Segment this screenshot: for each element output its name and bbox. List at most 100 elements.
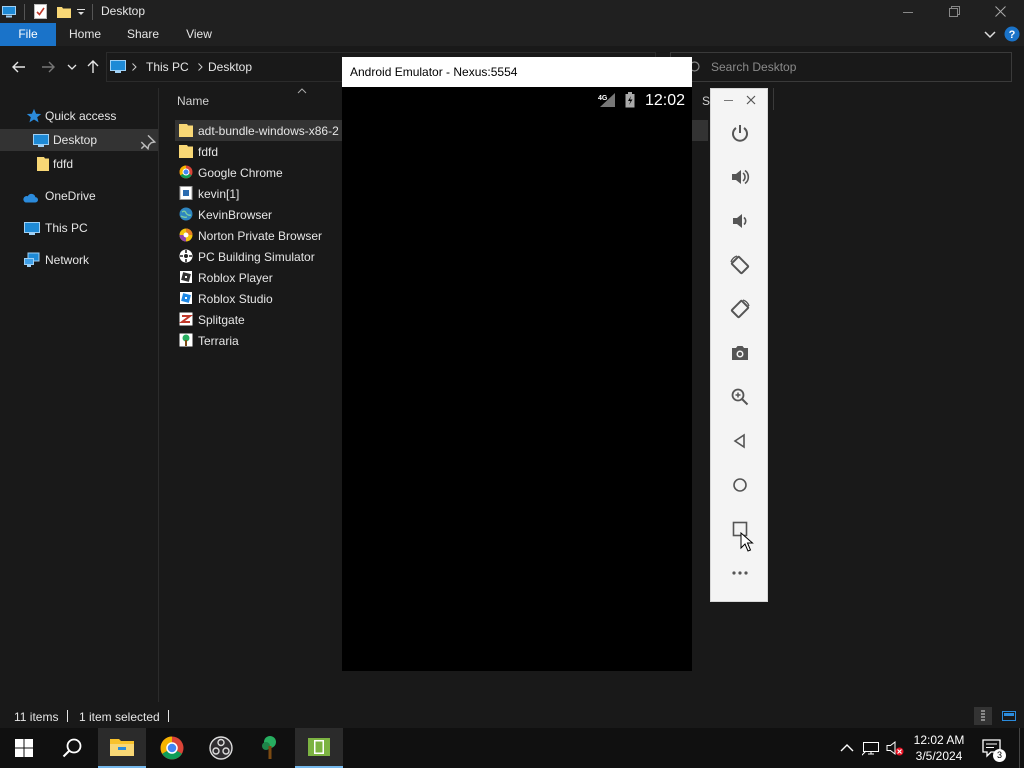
- properties-icon[interactable]: [34, 3, 47, 20]
- toolbar-minimize-button[interactable]: [724, 95, 734, 105]
- expand-ribbon-icon[interactable]: [984, 28, 996, 40]
- nav-item-onedrive[interactable]: OneDrive: [0, 185, 158, 207]
- clock-date: 3/5/2024: [915, 749, 963, 763]
- globe-icon: [179, 207, 193, 221]
- column-header-name[interactable]: Name: [177, 94, 209, 108]
- norton-icon: [179, 228, 193, 242]
- file-item[interactable]: Splitgate: [175, 309, 345, 330]
- item-count: 11 items: [14, 710, 59, 724]
- nav-item-quick-access[interactable]: Quick access: [0, 105, 158, 127]
- document-icon: [179, 186, 193, 200]
- file-item[interactable]: Roblox Player: [175, 267, 345, 288]
- volume-up-icon[interactable]: [728, 165, 752, 189]
- details-view-button[interactable]: [974, 707, 992, 725]
- restore-button[interactable]: [931, 0, 977, 23]
- file-item[interactable]: PC Building Simulator: [175, 246, 345, 267]
- tab-file[interactable]: File: [0, 23, 56, 46]
- divider: [92, 3, 93, 20]
- file-item[interactable]: kevin[1]: [175, 183, 345, 204]
- breadcrumb-this-pc[interactable]: This PC: [146, 60, 189, 74]
- mouse-cursor-icon: [740, 532, 754, 552]
- file-item[interactable]: Norton Private Browser: [175, 225, 345, 246]
- search-icon[interactable]: [48, 728, 96, 768]
- large-icons-view-button[interactable]: [1000, 707, 1018, 725]
- toolbar-close-button[interactable]: [746, 95, 756, 105]
- search-input[interactable]: [711, 59, 991, 75]
- network-icon[interactable]: [862, 740, 879, 756]
- up-button[interactable]: [84, 58, 102, 76]
- home-icon[interactable]: [728, 473, 752, 497]
- close-button[interactable]: [977, 0, 1023, 23]
- terraria-icon: [179, 333, 193, 347]
- folder-icon: [179, 124, 193, 137]
- battery-icon: [625, 92, 635, 108]
- file-item[interactable]: adt-bundle-windows-x86-2: [175, 120, 355, 141]
- volume-down-icon[interactable]: [728, 209, 752, 233]
- emulator-icon[interactable]: [295, 728, 343, 768]
- new-folder-icon[interactable]: [57, 3, 71, 20]
- taskbar-clock[interactable]: 12:02 AM 3/5/2024: [906, 732, 972, 764]
- nav-item-fdfd[interactable]: fdfd: [0, 153, 158, 175]
- splitgate-icon: [179, 312, 193, 326]
- desktop-icon: [33, 134, 49, 147]
- status-divider: [168, 710, 169, 722]
- recent-locations-button[interactable]: [63, 58, 81, 76]
- customize-arrow-icon[interactable]: [76, 3, 86, 20]
- clock-time: 12:02 AM: [913, 733, 965, 747]
- back-button[interactable]: [10, 58, 28, 76]
- pin-icon[interactable]: [140, 134, 156, 150]
- back-icon[interactable]: [728, 429, 752, 453]
- show-hidden-icons-icon[interactable]: [839, 740, 855, 756]
- file-explorer-icon[interactable]: [98, 728, 146, 768]
- pc-icon: [24, 222, 40, 235]
- rotate-left-icon[interactable]: [728, 253, 752, 277]
- rotate-right-icon[interactable]: [728, 297, 752, 321]
- minimize-button[interactable]: [885, 0, 931, 23]
- nav-item-desktop[interactable]: Desktop: [0, 129, 158, 151]
- chevron-right-icon: [132, 63, 137, 71]
- show-desktop-button[interactable]: [1019, 728, 1020, 768]
- tab-home[interactable]: Home: [58, 23, 112, 46]
- status-divider: [67, 710, 68, 722]
- emulator-title: Android Emulator - Nexus:5554: [342, 57, 692, 87]
- help-icon[interactable]: ?: [1004, 26, 1020, 42]
- file-item[interactable]: Google Chrome: [175, 162, 345, 183]
- window-title: Desktop: [101, 4, 146, 18]
- tab-share[interactable]: Share: [116, 23, 170, 46]
- file-item[interactable]: Roblox Studio: [175, 288, 345, 309]
- roblox-icon: [180, 271, 192, 283]
- title-bar: Desktop: [0, 0, 1024, 23]
- column-header-size[interactable]: S: [702, 94, 710, 108]
- obs-icon[interactable]: [197, 728, 245, 768]
- file-item[interactable]: Terraria: [175, 330, 345, 351]
- search-box[interactable]: [670, 52, 1012, 82]
- roblox-studio-icon: [180, 292, 192, 304]
- selection-highlight: [690, 120, 708, 141]
- file-item[interactable]: KevinBrowser: [175, 204, 345, 225]
- tab-view[interactable]: View: [172, 23, 226, 46]
- emulator-screen[interactable]: 4G 12:02: [342, 87, 692, 671]
- folder-icon: [37, 157, 49, 171]
- file-item[interactable]: fdfd: [175, 141, 345, 162]
- chrome-icon: [179, 165, 193, 179]
- more-icon[interactable]: [728, 561, 752, 585]
- selection-count: 1 item selected: [79, 710, 160, 724]
- chrome-icon[interactable]: [148, 728, 196, 768]
- pc-icon: [110, 60, 126, 74]
- volume-muted-icon[interactable]: [886, 740, 904, 756]
- breadcrumb-desktop[interactable]: Desktop: [208, 60, 252, 74]
- pc-icon[interactable]: [2, 3, 16, 20]
- start-icon[interactable]: [0, 728, 48, 768]
- nav-item-network[interactable]: Network: [0, 249, 158, 271]
- nav-item-this-pc[interactable]: This PC: [0, 217, 158, 239]
- terraria-icon[interactable]: [246, 728, 294, 768]
- emulator-window[interactable]: Android Emulator - Nexus:5554 4G 12:02: [342, 57, 692, 671]
- svg-text:?: ?: [1009, 29, 1016, 41]
- zoom-icon[interactable]: [728, 385, 752, 409]
- game-icon: [179, 249, 193, 263]
- forward-button[interactable]: [39, 58, 57, 76]
- star-icon: [26, 108, 42, 123]
- camera-icon[interactable]: [728, 341, 752, 365]
- power-icon[interactable]: [728, 121, 752, 145]
- cloud-icon: [23, 193, 38, 203]
